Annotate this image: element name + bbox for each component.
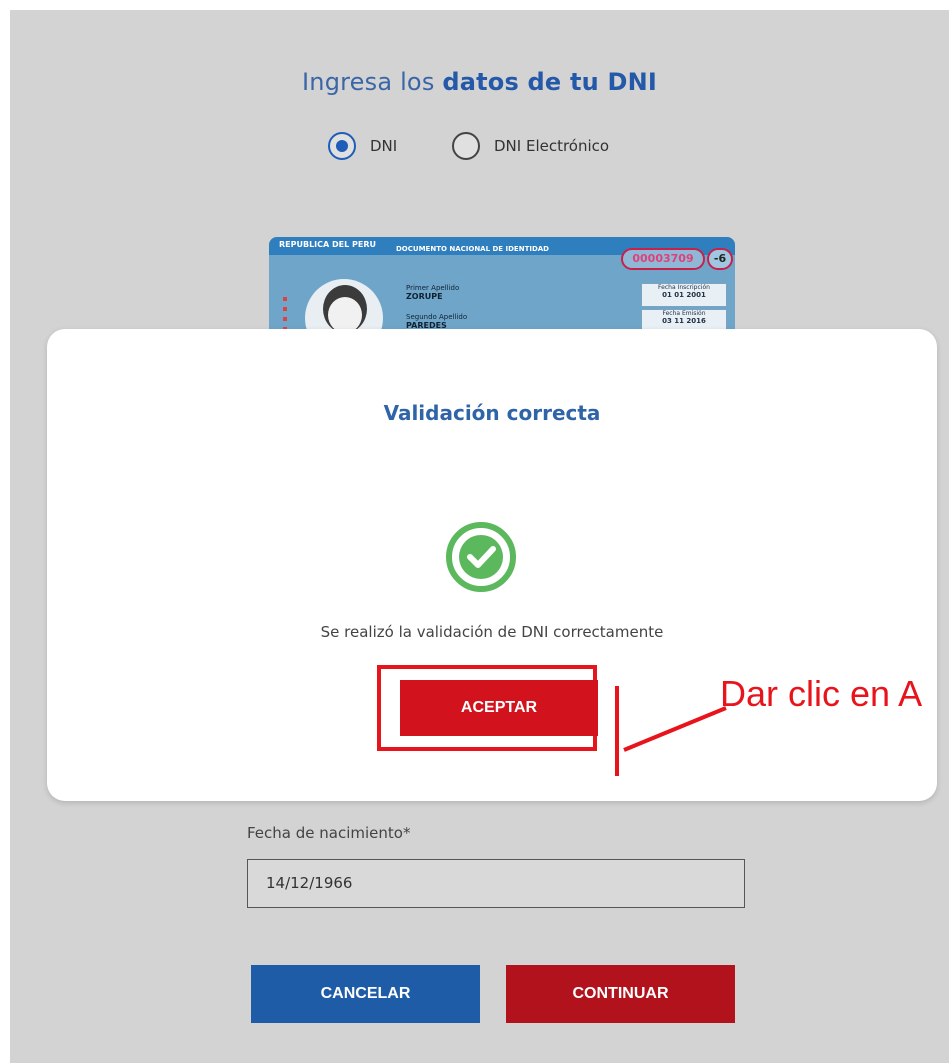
radio-dni[interactable]: DNI — [328, 132, 397, 160]
dni-card-country: REPUBLICA DEL PERU — [279, 240, 376, 249]
dni-card-issue: Fecha Inscripción 01 01 2001 — [641, 283, 727, 307]
page-title: Ingresa los datos de tu DNI — [302, 68, 657, 96]
dni-card-image: REPUBLICA DEL PERU DOCUMENTO NACIONAL DE… — [269, 237, 735, 340]
continue-button[interactable]: CONTINUAR — [506, 965, 735, 1023]
validation-modal: Validación correcta Se realizó la valida… — [47, 329, 937, 801]
accept-button[interactable]: ACEPTAR — [400, 680, 598, 736]
birth-date-input[interactable]: 14/12/1966 — [247, 859, 745, 908]
annotation-bracket — [615, 686, 619, 776]
radio-dni-circle[interactable] — [328, 132, 356, 160]
dni-card-surname1: Primer Apellido ZORUPE — [406, 284, 460, 301]
page-background: Ingresa los datos de tu DNI DNI DNI Elec… — [10, 10, 949, 1063]
dni-card-surname2: Segundo Apellido PAREDES — [406, 313, 468, 330]
birth-date-label: Fecha de nacimiento* — [247, 824, 411, 842]
dni-card-check-digit: -6 — [707, 248, 733, 270]
annotation-arrow-icon — [623, 706, 727, 752]
dni-card-number: 00003709 — [621, 248, 705, 270]
cancel-button[interactable]: CANCELAR — [251, 965, 480, 1023]
radio-dni-electronico-circle[interactable] — [452, 132, 480, 160]
radio-dni-electronico[interactable]: DNI Electrónico — [452, 132, 609, 160]
radio-dni-label: DNI — [370, 137, 398, 155]
dni-card-doc-title: DOCUMENTO NACIONAL DE IDENTIDAD — [396, 245, 549, 253]
radio-dni-electronico-label: DNI Electrónico — [494, 137, 610, 155]
modal-title: Validación correcta — [383, 401, 601, 425]
modal-message: Se realizó la validación de DNI correcta… — [320, 623, 664, 641]
annotation-text: Dar clic en A — [720, 673, 923, 714]
check-circle-icon — [446, 522, 516, 592]
